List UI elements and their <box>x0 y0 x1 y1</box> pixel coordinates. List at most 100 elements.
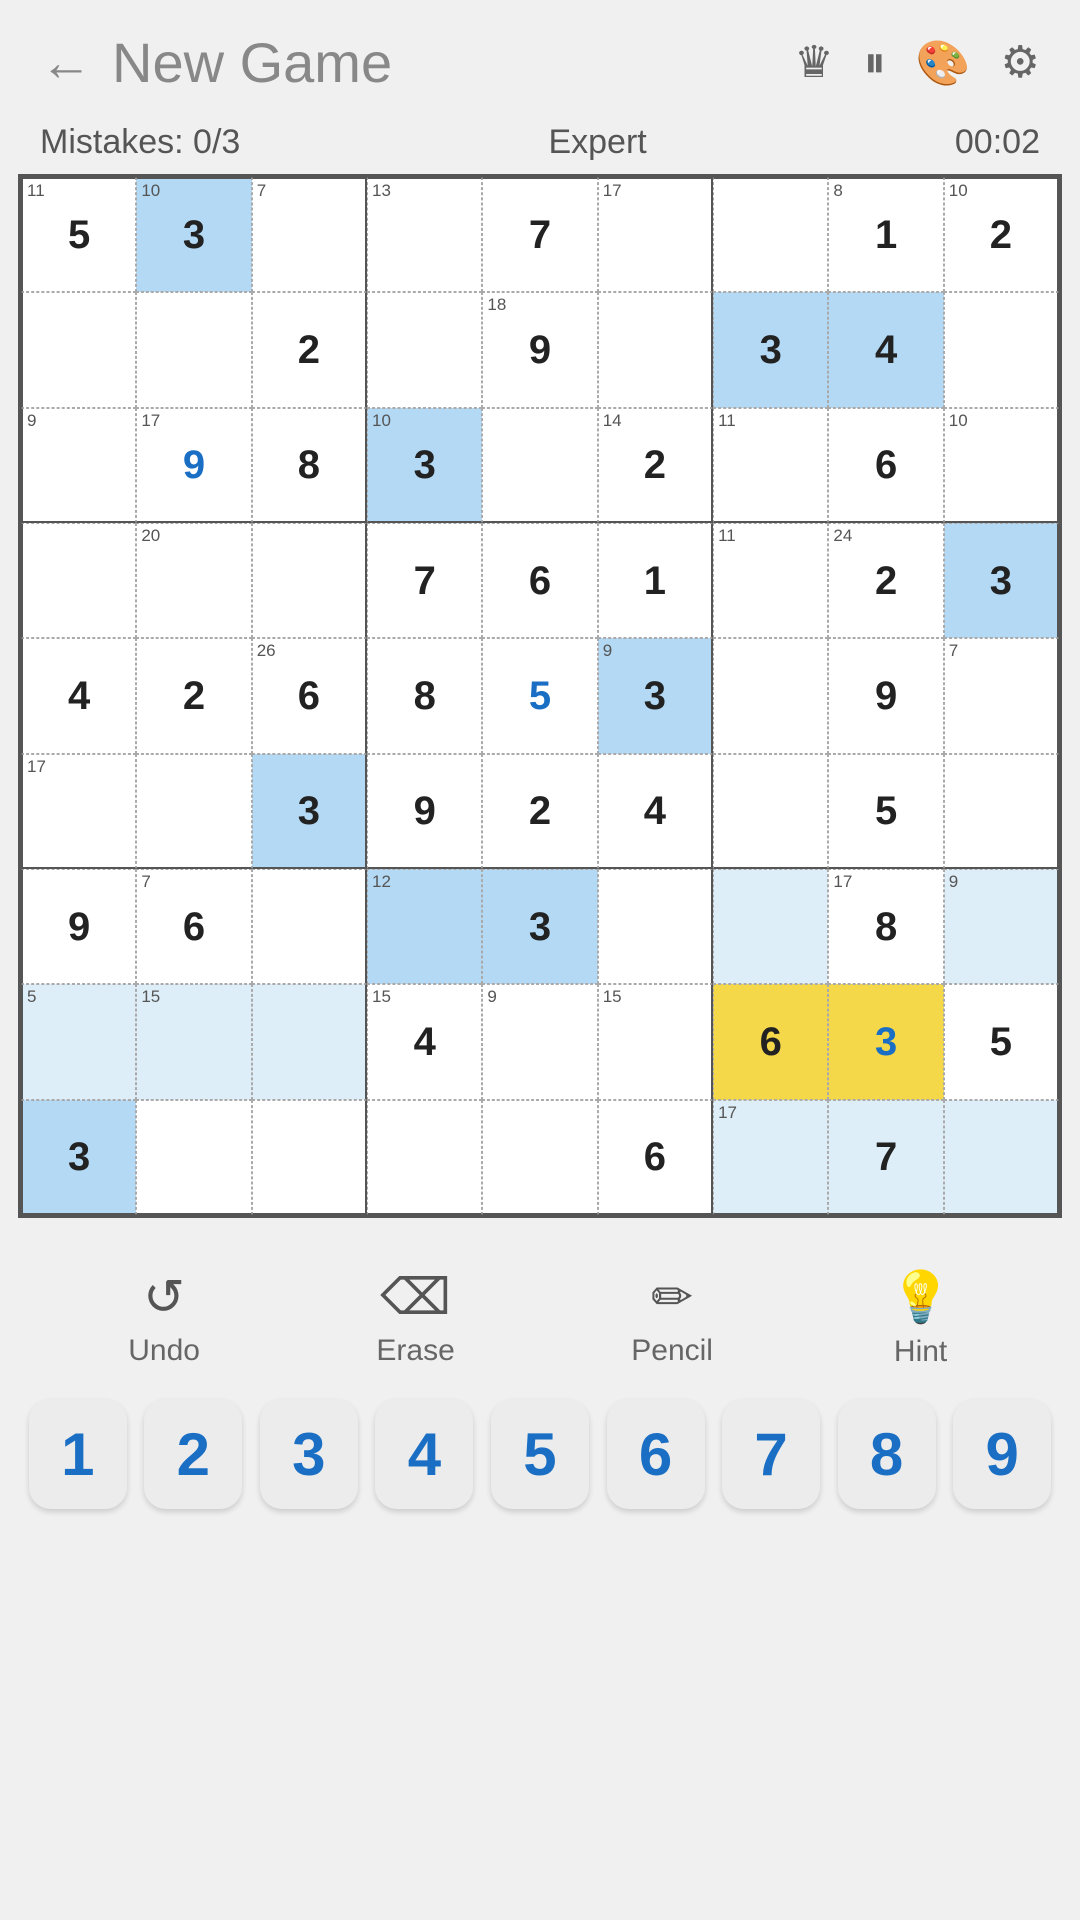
table-row[interactable]: 3 <box>828 984 943 1099</box>
table-row[interactable] <box>944 1100 1059 1215</box>
table-row[interactable] <box>21 523 136 638</box>
table-row[interactable]: 8 <box>367 638 482 753</box>
table-row[interactable]: 2 <box>136 638 251 753</box>
table-row[interactable]: 189 <box>482 292 597 407</box>
table-row[interactable]: 4 <box>598 754 713 869</box>
table-row[interactable]: 9 <box>367 754 482 869</box>
num-button-7[interactable]: 7 <box>722 1399 820 1509</box>
table-row[interactable]: 11 <box>713 523 828 638</box>
table-row[interactable] <box>252 523 367 638</box>
table-row[interactable] <box>713 177 828 292</box>
palette-icon[interactable]: 🎨 <box>916 37 971 89</box>
table-row[interactable]: 5 <box>21 984 136 1099</box>
table-row[interactable]: 4 <box>21 638 136 753</box>
table-row[interactable]: 10 <box>944 408 1059 523</box>
table-row[interactable]: 102 <box>944 177 1059 292</box>
table-row[interactable] <box>252 1100 367 1215</box>
table-row[interactable] <box>482 408 597 523</box>
hint-button[interactable]: 💡 Hint <box>889 1268 951 1369</box>
table-row[interactable]: 17 <box>21 754 136 869</box>
table-row[interactable]: 3 <box>252 754 367 869</box>
table-row[interactable]: 76 <box>136 869 251 984</box>
table-row[interactable] <box>713 754 828 869</box>
table-row[interactable]: 8 <box>252 408 367 523</box>
table-row[interactable] <box>944 292 1059 407</box>
num-button-1[interactable]: 1 <box>29 1399 127 1509</box>
table-row[interactable]: 6 <box>482 523 597 638</box>
table-row[interactable]: 7 <box>252 177 367 292</box>
table-row[interactable]: 178 <box>828 869 943 984</box>
table-row[interactable]: 81 <box>828 177 943 292</box>
table-row[interactable]: 6 <box>828 408 943 523</box>
table-row[interactable]: 1 <box>598 523 713 638</box>
table-row[interactable] <box>252 984 367 1099</box>
table-row[interactable]: 103 <box>367 408 482 523</box>
table-row[interactable]: 6 <box>598 1100 713 1215</box>
table-row[interactable]: 179 <box>136 408 251 523</box>
table-row[interactable]: 266 <box>252 638 367 753</box>
table-row[interactable]: 2 <box>482 754 597 869</box>
table-row[interactable]: 11 <box>713 408 828 523</box>
table-row[interactable]: 142 <box>598 408 713 523</box>
table-row[interactable]: 17 <box>598 177 713 292</box>
table-row[interactable] <box>136 754 251 869</box>
pencil-button[interactable]: ✏ Pencil <box>631 1268 713 1369</box>
table-row[interactable]: 7 <box>482 177 597 292</box>
table-row[interactable] <box>713 638 828 753</box>
undo-button[interactable]: ↺ Undo <box>128 1268 200 1369</box>
table-row[interactable] <box>367 1100 482 1215</box>
erase-button[interactable]: ⌫ Erase <box>376 1268 454 1369</box>
table-row[interactable]: 17 <box>713 1100 828 1215</box>
crown-icon[interactable]: ♛ <box>794 37 833 88</box>
table-row[interactable]: 103 <box>136 177 251 292</box>
table-row[interactable] <box>367 292 482 407</box>
table-row[interactable]: 7 <box>828 1100 943 1215</box>
table-row[interactable]: 9 <box>828 638 943 753</box>
table-row[interactable]: 9 <box>944 869 1059 984</box>
table-row[interactable]: 9 <box>482 984 597 1099</box>
table-row[interactable]: 5 <box>828 754 943 869</box>
table-row[interactable]: 115 <box>21 177 136 292</box>
table-row[interactable]: 6 <box>713 984 828 1099</box>
table-row[interactable]: 9 <box>21 869 136 984</box>
num-button-5[interactable]: 5 <box>491 1399 589 1509</box>
table-row[interactable]: 9 <box>21 408 136 523</box>
table-row[interactable]: 7 <box>367 523 482 638</box>
table-row[interactable]: 2 <box>252 292 367 407</box>
table-row[interactable]: 3 <box>482 869 597 984</box>
num-button-6[interactable]: 6 <box>607 1399 705 1509</box>
table-row[interactable] <box>944 754 1059 869</box>
table-row[interactable]: 3 <box>21 1100 136 1215</box>
table-row[interactable]: 12 <box>367 869 482 984</box>
table-row[interactable]: 5 <box>944 984 1059 1099</box>
table-row[interactable] <box>136 292 251 407</box>
table-row[interactable]: 20 <box>136 523 251 638</box>
table-row[interactable]: 4 <box>828 292 943 407</box>
sudoku-grid[interactable]: 1151037137178110221893491798103142116102… <box>21 177 1059 1215</box>
table-row[interactable]: 154 <box>367 984 482 1099</box>
table-row[interactable] <box>482 1100 597 1215</box>
table-row[interactable] <box>713 869 828 984</box>
num-button-3[interactable]: 3 <box>260 1399 358 1509</box>
settings-icon[interactable]: ⚙ <box>1001 37 1040 88</box>
table-row[interactable]: 15 <box>598 984 713 1099</box>
pause-icon[interactable]: ⏸ <box>864 38 886 88</box>
num-button-8[interactable]: 8 <box>838 1399 936 1509</box>
table-row[interactable]: 242 <box>828 523 943 638</box>
table-row[interactable] <box>598 292 713 407</box>
back-button[interactable]: ← <box>40 37 92 89</box>
num-button-4[interactable]: 4 <box>375 1399 473 1509</box>
num-button-2[interactable]: 2 <box>144 1399 242 1509</box>
table-row[interactable] <box>598 869 713 984</box>
num-button-9[interactable]: 9 <box>953 1399 1051 1509</box>
table-row[interactable] <box>252 869 367 984</box>
table-row[interactable]: 3 <box>944 523 1059 638</box>
table-row[interactable]: 13 <box>367 177 482 292</box>
table-row[interactable] <box>21 292 136 407</box>
table-row[interactable]: 3 <box>713 292 828 407</box>
table-row[interactable]: 93 <box>598 638 713 753</box>
table-row[interactable]: 15 <box>136 984 251 1099</box>
table-row[interactable]: 5 <box>482 638 597 753</box>
table-row[interactable]: 7 <box>944 638 1059 753</box>
table-row[interactable] <box>136 1100 251 1215</box>
